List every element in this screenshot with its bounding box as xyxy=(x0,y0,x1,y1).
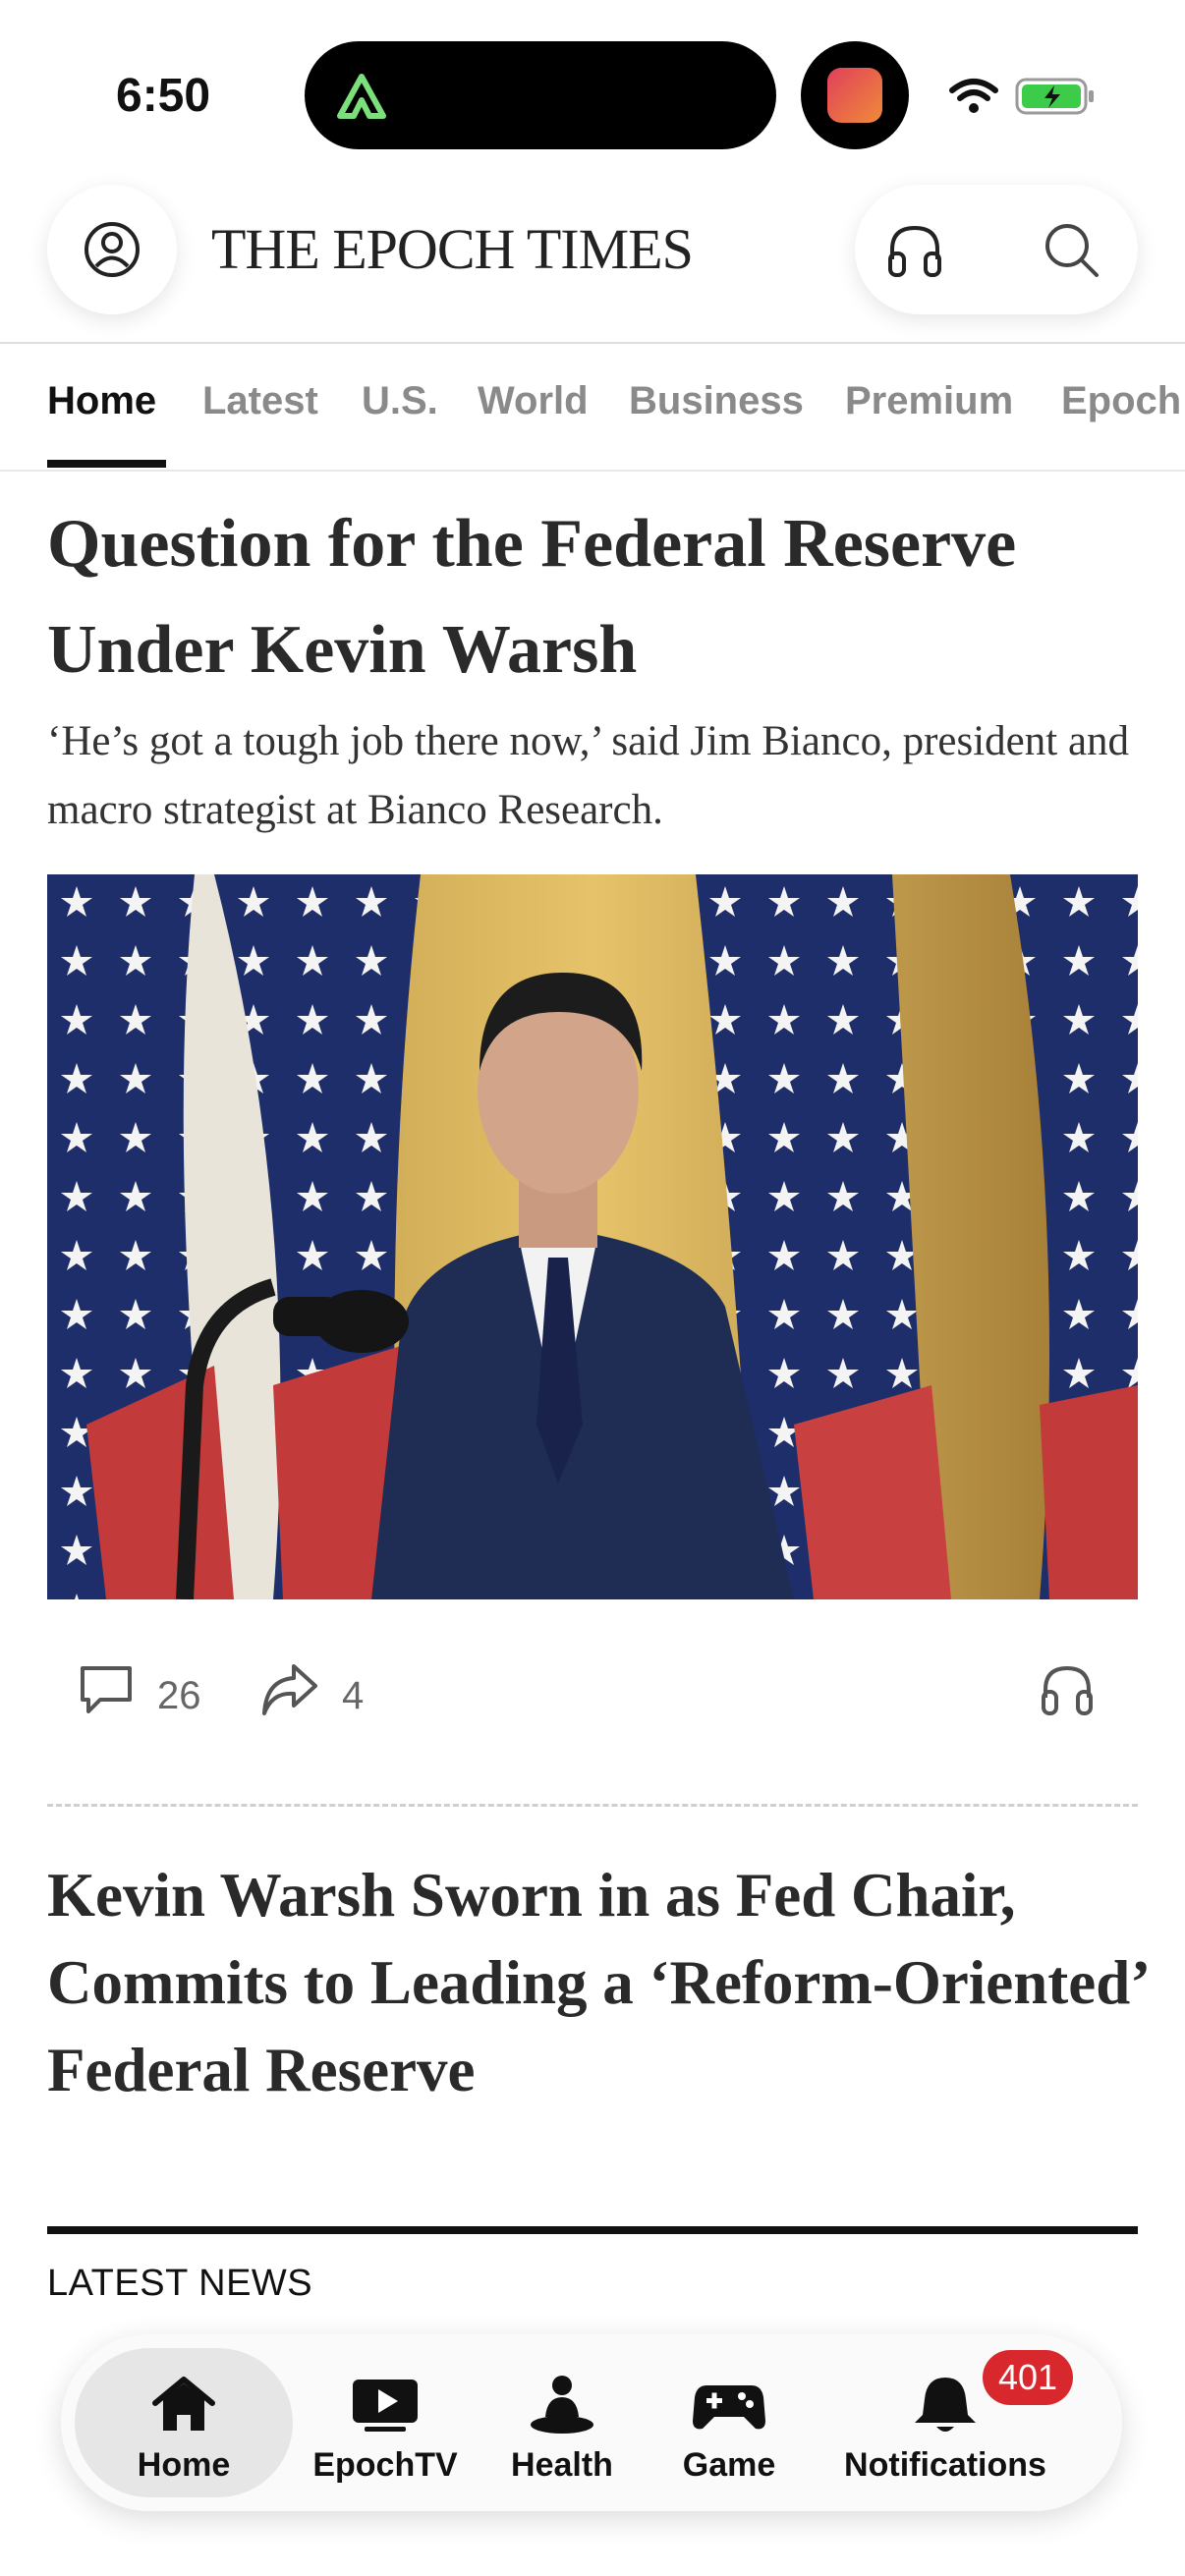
bell-icon xyxy=(915,2378,976,2432)
status-time: 6:50 xyxy=(116,70,211,122)
live-activity-indicator xyxy=(801,41,909,149)
article-actions: 26 4 xyxy=(47,1660,1138,1739)
headphones-icon[interactable] xyxy=(884,220,945,281)
nav-epochtv-label: EpochTV xyxy=(312,2446,458,2484)
home-icon xyxy=(152,2377,215,2431)
nav-epochtv[interactable]: EpochTV xyxy=(297,2334,474,2511)
bottom-navigation: Home EpochTV Health Game Notifications 4… xyxy=(61,2334,1122,2511)
nav-game[interactable]: Game xyxy=(660,2334,798,2511)
tab-premium[interactable]: Premium xyxy=(845,379,1013,423)
profile-button[interactable] xyxy=(47,185,177,314)
search-icon[interactable] xyxy=(1042,220,1102,281)
status-bar: 6:50 xyxy=(0,0,1185,167)
lead-headline[interactable]: Question for the Federal Reserve Under K… xyxy=(47,491,1148,703)
site-logo[interactable]: THE EPOCH TIMES xyxy=(211,216,694,282)
app-activity-icon xyxy=(827,68,882,123)
comment-count: 26 xyxy=(157,1674,201,1717)
divider xyxy=(47,1804,1138,1807)
comment-icon[interactable] xyxy=(77,1660,136,1719)
share-count: 4 xyxy=(342,1674,365,1717)
notifications-badge: 401 xyxy=(983,2350,1073,2405)
gamepad-icon xyxy=(693,2385,765,2430)
header-actions xyxy=(855,185,1138,314)
tab-business[interactable]: Business xyxy=(629,379,804,423)
user-circle-icon xyxy=(85,222,140,277)
second-headline[interactable]: Kevin Warsh Sworn in as Fed Chair, Commi… xyxy=(47,1852,1148,2114)
navigation-app-icon xyxy=(337,74,386,119)
nav-home-label: Home xyxy=(137,2446,231,2484)
tab-latest[interactable]: Latest xyxy=(202,379,318,423)
share-icon[interactable] xyxy=(258,1660,321,1719)
nav-home[interactable]: Home xyxy=(75,2334,293,2511)
app-header: THE EPOCH TIMES xyxy=(0,167,1185,342)
category-tabs: Home Latest U.S. World Business Premium … xyxy=(0,342,1185,472)
tab-home[interactable]: Home xyxy=(47,379,156,423)
lead-dek: ‘He’s got a tough job there now,’ said J… xyxy=(47,718,1130,833)
nav-health-label: Health xyxy=(511,2446,613,2484)
play-video-icon xyxy=(353,2380,418,2432)
nav-game-label: Game xyxy=(682,2446,776,2484)
meditation-icon xyxy=(531,2376,593,2434)
nav-health[interactable]: Health xyxy=(483,2334,641,2511)
tab-world[interactable]: World xyxy=(478,379,589,423)
wifi-icon xyxy=(949,79,998,113)
headphones-icon[interactable] xyxy=(1038,1660,1097,1719)
battery-charging-icon xyxy=(1015,78,1094,115)
tab-epoch[interactable]: Epoch xyxy=(1061,379,1181,423)
lead-article-photo[interactable] xyxy=(47,874,1138,1599)
section-rule xyxy=(47,2226,1138,2234)
section-title: LATEST NEWS xyxy=(47,2263,313,2304)
tab-us[interactable]: U.S. xyxy=(362,379,438,423)
dynamic-island xyxy=(305,41,776,149)
nav-notifications-label: Notifications xyxy=(844,2446,1046,2484)
active-tab-indicator xyxy=(47,460,166,468)
